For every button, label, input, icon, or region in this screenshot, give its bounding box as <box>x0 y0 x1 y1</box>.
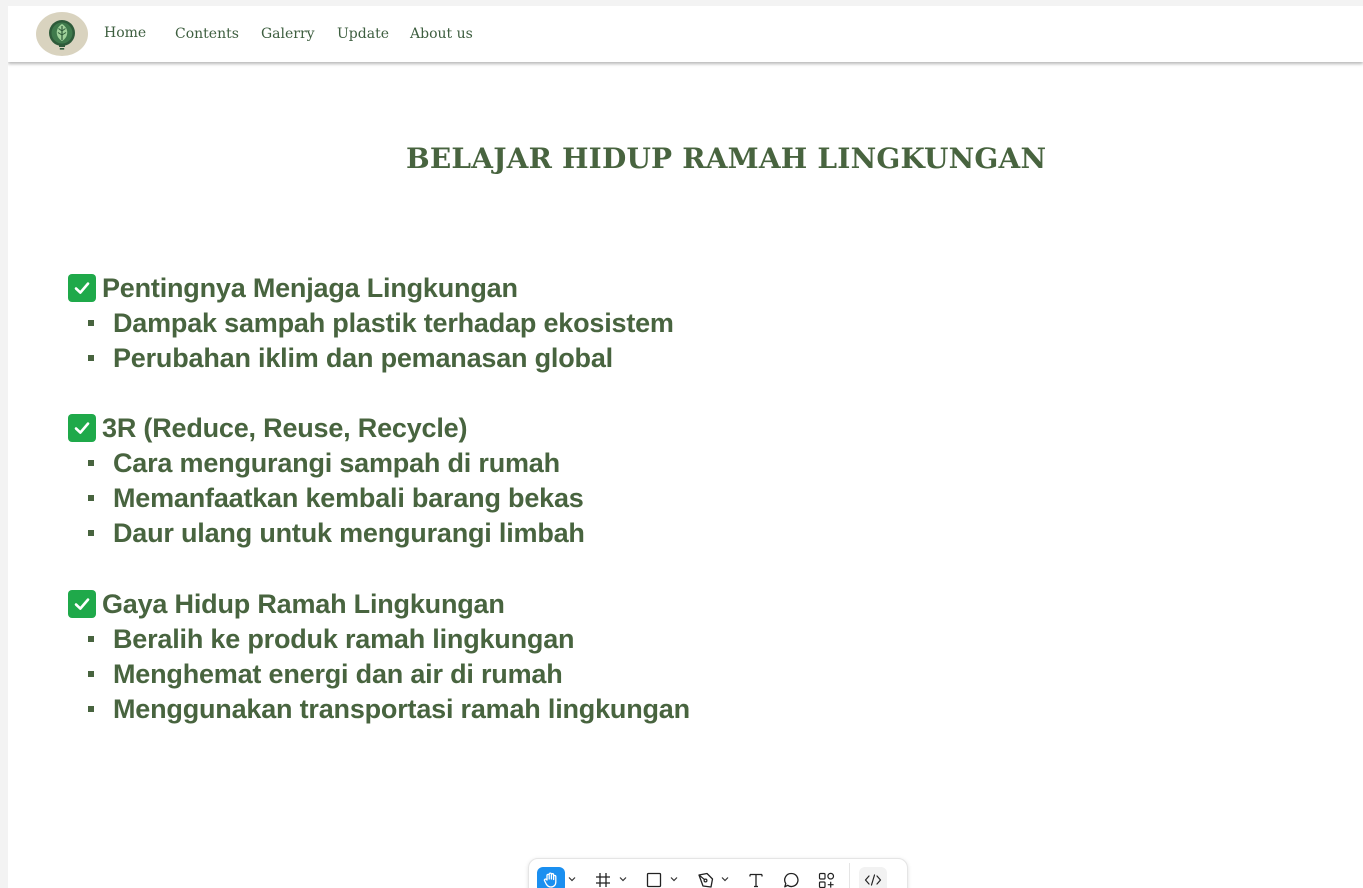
list-item: Perubahan iklim dan pemanasan global <box>88 343 613 373</box>
leaf-bulb-icon <box>49 20 75 50</box>
list-item-text: Perubahan iklim dan pemanasan global <box>113 342 613 373</box>
list-item-text: Daur ulang untuk mengurangi limbah <box>113 517 585 548</box>
bullet-icon <box>88 706 94 712</box>
page-title: BELAJAR HIDUP RAMAH LINGKUNGAN <box>406 142 1047 175</box>
chevron-down-icon <box>721 877 729 882</box>
list-item: Menggunakan transportasi ramah lingkunga… <box>88 694 690 724</box>
text-tool-button[interactable] <box>742 867 770 888</box>
nav-about-us[interactable]: About us <box>410 26 473 42</box>
chevron-down-icon <box>670 877 678 882</box>
components-icon <box>818 872 834 888</box>
nav-galerry[interactable]: Galerry <box>261 26 315 42</box>
design-toolbar <box>528 858 908 888</box>
list-item-text: Menghemat energi dan air di rumah <box>113 658 563 689</box>
nav-update[interactable]: Update <box>337 26 389 42</box>
comment-tool-button[interactable] <box>777 867 805 888</box>
bullet-icon <box>88 355 94 361</box>
bullet-icon <box>88 495 94 501</box>
list-item-text: Dampak sampah plastik terhadap ekosistem <box>113 307 674 338</box>
code-tool-button[interactable] <box>859 867 887 888</box>
section-title: Gaya Hidup Ramah Lingkungan <box>102 588 505 619</box>
list-item: Dampak sampah plastik terhadap ekosistem <box>88 308 674 338</box>
pen-icon <box>697 872 713 888</box>
navbar: Home Contents Galerry Update About us <box>8 6 1363 62</box>
nav-contents[interactable]: Contents <box>175 26 239 42</box>
bullet-icon <box>88 671 94 677</box>
components-tool-button[interactable] <box>812 867 840 888</box>
hand-tool-menu-caret[interactable] <box>568 873 576 885</box>
list-item: Cara mengurangi sampah di rumah <box>88 448 560 478</box>
list-item: Beralih ke produk ramah lingkungan <box>88 624 574 654</box>
chevron-down-icon <box>568 877 576 882</box>
check-box-icon <box>68 590 96 618</box>
section-heading: 3R (Reduce, Reuse, Recycle) <box>68 412 467 444</box>
bullet-icon <box>88 460 94 466</box>
section-heading: Gaya Hidup Ramah Lingkungan <box>68 588 505 620</box>
frame-tool-button[interactable] <box>589 867 617 888</box>
comment-icon <box>783 872 799 887</box>
frame-tool-menu-caret[interactable] <box>619 873 627 885</box>
check-box-icon <box>68 414 96 442</box>
text-icon <box>749 873 763 888</box>
list-item: Daur ulang untuk mengurangi limbah <box>88 518 585 548</box>
frame-icon <box>596 873 610 887</box>
pen-tool-button[interactable] <box>691 867 719 888</box>
toolbar-divider <box>849 863 850 888</box>
section-heading: Pentingnya Menjaga Lingkungan <box>68 272 518 304</box>
section-title: Pentingnya Menjaga Lingkungan <box>102 272 518 303</box>
list-item-text: Menggunakan transportasi ramah lingkunga… <box>113 693 690 724</box>
rectangle-tool-menu-caret[interactable] <box>670 873 678 885</box>
list-item-text: Cara mengurangi sampah di rumah <box>113 447 560 478</box>
nav-home[interactable]: Home <box>104 25 146 41</box>
bullet-icon <box>88 636 94 642</box>
hand-icon <box>543 872 557 888</box>
rectangle-icon <box>646 872 662 888</box>
list-item: Memanfaatkan kembali barang bekas <box>88 483 584 513</box>
bullet-icon <box>88 530 94 536</box>
bullet-icon <box>88 320 94 326</box>
hand-tool-button[interactable] <box>537 867 565 888</box>
list-item: Menghemat energi dan air di rumah <box>88 659 563 689</box>
page-frame: Home Contents Galerry Update About us BE… <box>8 6 1363 888</box>
chevron-down-icon <box>619 877 627 882</box>
check-box-icon <box>68 274 96 302</box>
code-icon <box>864 874 882 886</box>
section-title: 3R (Reduce, Reuse, Recycle) <box>102 412 468 443</box>
list-item-text: Beralih ke produk ramah lingkungan <box>113 623 575 654</box>
site-logo[interactable] <box>36 12 88 56</box>
rectangle-tool-button[interactable] <box>640 867 668 888</box>
list-item-text: Memanfaatkan kembali barang bekas <box>113 482 584 513</box>
pen-tool-menu-caret[interactable] <box>721 873 729 885</box>
